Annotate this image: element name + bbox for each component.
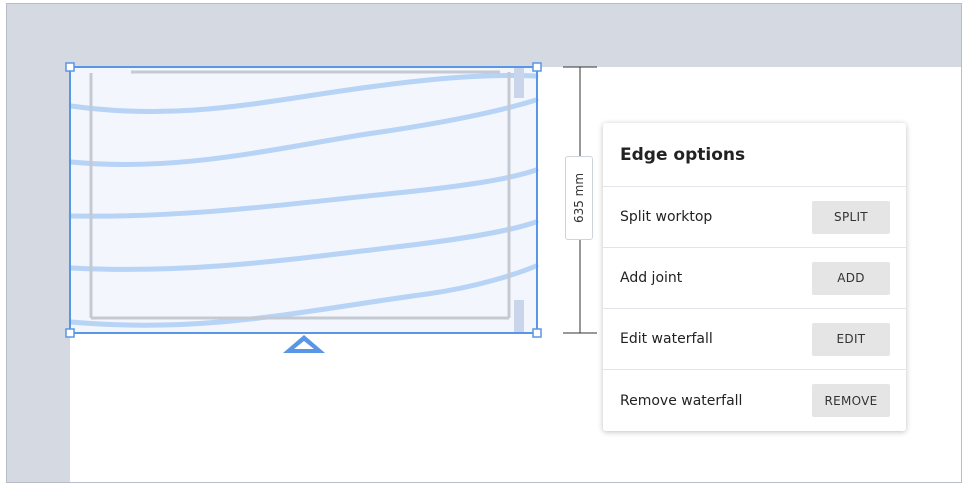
option-row-add-joint: Add joint ADD [603, 248, 906, 309]
edge-strip-bottom [514, 300, 524, 332]
option-row-edit-waterfall: Edit waterfall EDIT [603, 309, 906, 370]
edit-button[interactable]: EDIT [812, 322, 890, 356]
option-row-split: Split worktop SPLIT [603, 187, 906, 248]
edge-options-panel: Edge options Split worktop SPLIT Add joi… [603, 123, 906, 431]
resize-handle-top-left[interactable] [65, 62, 75, 72]
edge-strip-top [514, 68, 524, 98]
worktop-body[interactable] [69, 66, 538, 334]
remove-button[interactable]: REMOVE [812, 384, 890, 417]
dimension-text: 635 mm [572, 172, 587, 224]
remove-waterfall-label: Remove waterfall [620, 392, 743, 409]
split-button[interactable]: SPLIT [812, 200, 890, 234]
add-button[interactable]: ADD [812, 261, 890, 295]
option-row-remove-waterfall: Remove waterfall REMOVE [603, 370, 906, 431]
resize-handle-top-right[interactable] [532, 62, 542, 72]
resize-handle-bottom-left[interactable] [65, 328, 75, 338]
worktop-selected[interactable] [65, 62, 542, 338]
dimension-label[interactable]: 635 mm [565, 156, 593, 240]
edge-select-arrow-icon[interactable] [283, 335, 325, 353]
design-canvas[interactable]: 635 mm Edge options Split worktop SPLIT … [6, 3, 962, 483]
split-worktop-label: Split worktop [620, 209, 713, 225]
resize-handle-bottom-right[interactable] [532, 328, 542, 338]
panel-title: Edge options [603, 123, 906, 187]
add-joint-label: Add joint [620, 270, 683, 286]
edit-waterfall-label: Edit waterfall [620, 331, 713, 347]
